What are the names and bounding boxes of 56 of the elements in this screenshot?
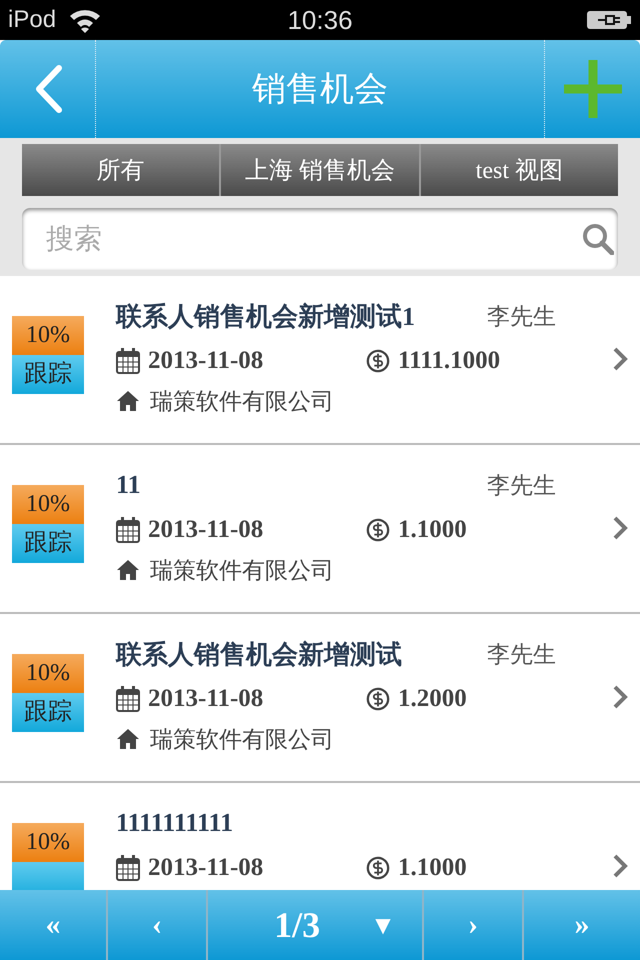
dollar-icon <box>366 517 390 543</box>
date-text: 2013-11-08 <box>148 516 264 544</box>
opportunity-row[interactable]: 10% 跟踪 联系人销售机会新增测试1 李先生 2013-11-08 1111.1000 瑞策软件有限公司 <box>0 276 640 445</box>
company-name: 瑞策软件有限公司 <box>150 386 334 416</box>
calendar-icon <box>116 686 140 712</box>
chevron-icon <box>612 684 628 710</box>
home-icon <box>116 559 140 581</box>
battery-icon <box>586 9 632 31</box>
company-name: 瑞策软件有限公司 <box>150 556 334 584</box>
probability-label: 10% <box>12 823 84 862</box>
opportunity-title: 11 <box>116 470 141 500</box>
clock: 10:36 <box>287 4 353 36</box>
dollar-icon <box>366 348 390 374</box>
chevron-icon <box>612 853 628 879</box>
calendar-icon <box>116 855 140 881</box>
search-icon <box>582 223 614 255</box>
filter-tab[interactable]: test 视图 <box>420 144 618 196</box>
contact-name: 李先生 <box>487 470 556 500</box>
opportunity-title: 联系人销售机会新增测试 <box>116 638 402 670</box>
plus-icon <box>562 58 624 120</box>
stage-label: 跟踪 <box>12 524 84 563</box>
wifi-icon <box>68 7 102 33</box>
stage-label: 跟踪 <box>12 355 84 394</box>
stage-tag <box>12 862 84 890</box>
search-field[interactable]: 搜索 <box>22 208 618 270</box>
amount-text: 1.1000 <box>398 516 467 544</box>
opportunity-row[interactable]: 10% 跟踪 联系人销售机会新增测试 李先生 2013-11-08 1.2000 瑞策软件有限公司 <box>0 614 640 783</box>
company-name: 瑞策软件有限公司 <box>150 724 334 754</box>
date-text: 2013-11-08 <box>148 347 264 375</box>
calendar-icon <box>116 517 140 543</box>
contact-name: 李先生 <box>487 640 556 668</box>
opportunity-row[interactable]: 10% 跟踪 11 李先生 2013-11-08 1.1000 瑞策软件有限公司 <box>0 445 640 614</box>
chevron-icon <box>612 346 628 372</box>
carrier-label: iPod <box>8 6 56 34</box>
calendar-icon <box>116 348 140 374</box>
probability-label: 10% <box>12 485 84 524</box>
date-text: 2013-11-08 <box>148 685 264 713</box>
filter-tab[interactable]: 所有 <box>22 144 222 196</box>
filter-tab[interactable]: 上海 销售机会 <box>221 144 421 196</box>
opportunity-title: 联系人销售机会新增测试1 <box>116 300 415 332</box>
amount-text: 1.1000 <box>398 854 467 882</box>
probability-label: 10% <box>12 316 84 355</box>
contact-name: 李先生 <box>487 302 556 330</box>
amount-text: 1111.1000 <box>398 347 500 375</box>
dollar-icon <box>366 686 390 712</box>
page-title: 销售机会 <box>251 69 389 110</box>
home-icon <box>116 728 140 750</box>
home-icon <box>116 390 140 412</box>
dollar-icon <box>366 855 390 881</box>
chevron-icon <box>612 515 628 541</box>
probability-label: 10% <box>12 654 84 693</box>
date-text: 2013-11-08 <box>148 854 264 882</box>
amount-text: 1.2000 <box>398 685 467 713</box>
opportunity-title: 1111111111 <box>116 808 234 838</box>
stage-label: 跟踪 <box>12 693 84 732</box>
page-indicator: 1/3 <box>274 904 320 946</box>
